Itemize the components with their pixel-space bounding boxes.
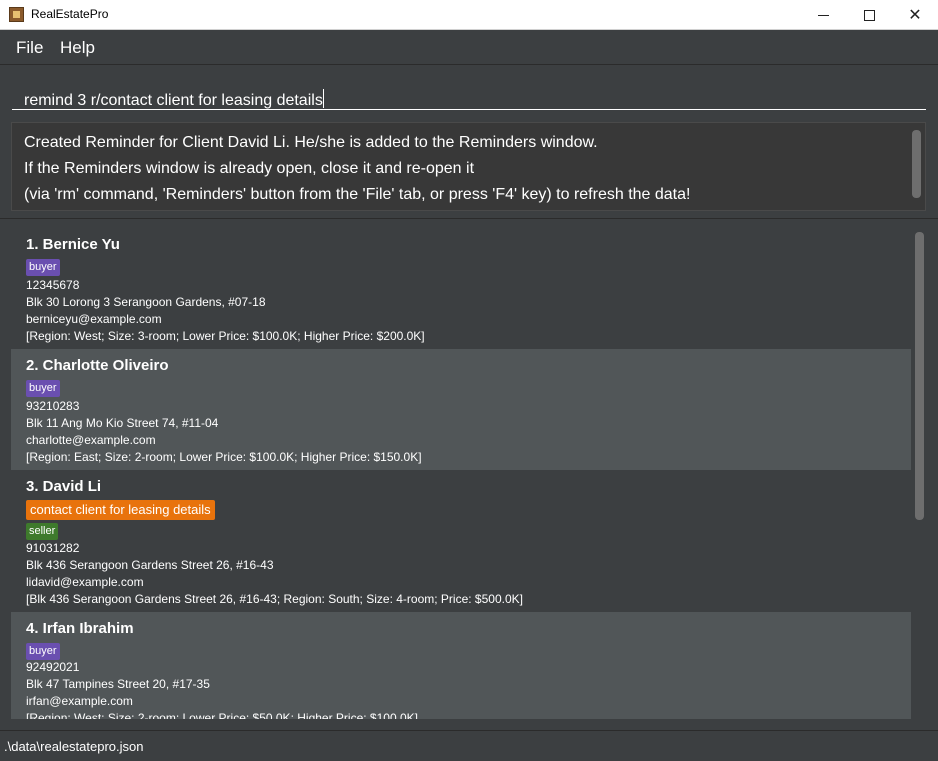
client-card[interactable]: 1. Bernice Yu buyer 12345678 Blk 30 Loro… xyxy=(11,228,911,349)
client-name: 1. Bernice Yu xyxy=(26,236,120,253)
close-icon: ✕ xyxy=(908,5,922,24)
result-line-2: If the Reminders window is already open,… xyxy=(24,160,475,177)
menu-bar: File Help xyxy=(0,31,938,65)
client-card[interactable]: 2. Charlotte Oliveiro buyer 93210283 Blk… xyxy=(11,349,911,470)
client-details: [Region: West; Size: 3-room; Lower Price… xyxy=(26,329,425,343)
reminder-tag: contact client for leasing details xyxy=(26,500,215,520)
client-tag: seller xyxy=(26,523,59,540)
command-area: remind 3 r/contact client for leasing de… xyxy=(0,66,938,116)
client-phone: 92492021 xyxy=(26,660,80,674)
maximize-button[interactable] xyxy=(846,0,892,30)
client-email: berniceyu@example.com xyxy=(26,312,162,326)
data-file-path: .\data\realestatepro.json xyxy=(4,739,144,754)
client-card[interactable]: 4. Irfan Ibrahim buyer 92492021 Blk 47 T… xyxy=(11,612,911,719)
client-phone: 12345678 xyxy=(26,278,80,292)
client-details: [Blk 436 Serangoon Gardens Street 26, #1… xyxy=(26,592,523,606)
client-tag: buyer xyxy=(26,643,60,660)
result-area: Created Reminder for Client David Li. He… xyxy=(0,117,938,219)
maximize-icon xyxy=(863,9,875,21)
title-bar: RealEstatePro ✕ xyxy=(0,0,938,30)
client-details: [Region: West; Size: 2-room; Lower Price… xyxy=(26,711,418,719)
status-bar: .\data\realestatepro.json xyxy=(0,730,938,761)
app-icon xyxy=(9,7,24,22)
menu-file[interactable]: File xyxy=(16,38,43,58)
client-tag: buyer xyxy=(26,259,60,276)
client-name: 2. Charlotte Oliveiro xyxy=(26,357,169,374)
result-line-3: (via 'rm' command, 'Reminders' button fr… xyxy=(24,186,691,203)
client-details: [Region: East; Size: 2-room; Lower Price… xyxy=(26,450,422,464)
command-input[interactable]: remind 3 r/contact client for leasing de… xyxy=(12,74,926,110)
client-email: charlotte@example.com xyxy=(26,433,156,447)
client-address: Blk 30 Lorong 3 Serangoon Gardens, #07-1… xyxy=(26,295,266,309)
client-card[interactable]: 3. David Li contact client for leasing d… xyxy=(11,470,911,612)
client-list[interactable]: 1. Bernice Yu buyer 12345678 Blk 30 Loro… xyxy=(11,228,926,719)
menu-help[interactable]: Help xyxy=(60,38,95,58)
close-button[interactable]: ✕ xyxy=(892,0,938,30)
result-display[interactable]: Created Reminder for Client David Li. He… xyxy=(11,122,926,211)
client-list-panel: 1. Bernice Yu buyer 12345678 Blk 30 Loro… xyxy=(0,220,938,729)
result-line-1: Created Reminder for Client David Li. He… xyxy=(24,134,598,151)
result-scrollbar[interactable] xyxy=(912,130,921,198)
client-name: 3. David Li xyxy=(26,478,102,495)
client-phone: 93210283 xyxy=(26,399,80,413)
client-email: lidavid@example.com xyxy=(26,575,144,589)
client-address: Blk 47 Tampines Street 20, #17-35 xyxy=(26,677,210,691)
text-caret xyxy=(322,89,324,108)
client-name: 4. Irfan Ibrahim xyxy=(26,620,134,637)
client-address: Blk 11 Ang Mo Kio Street 74, #11-04 xyxy=(26,416,219,430)
client-email: irfan@example.com xyxy=(26,694,133,708)
window-title: RealEstatePro xyxy=(31,7,109,21)
client-address: Blk 436 Serangoon Gardens Street 26, #16… xyxy=(26,558,274,572)
client-tag: buyer xyxy=(26,380,60,397)
minimize-icon xyxy=(817,14,829,16)
minimize-button[interactable] xyxy=(800,0,846,30)
list-scrollbar[interactable] xyxy=(915,232,924,520)
client-phone: 91031282 xyxy=(26,541,80,555)
command-text: remind 3 r/contact client for leasing de… xyxy=(24,92,323,109)
